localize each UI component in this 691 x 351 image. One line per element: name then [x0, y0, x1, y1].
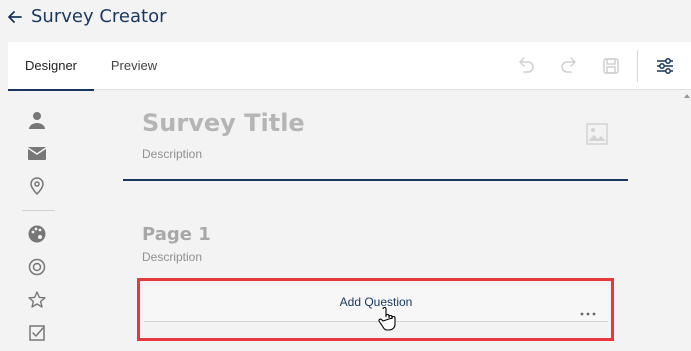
person-icon[interactable] — [27, 110, 47, 130]
toolbar-divider — [637, 50, 638, 82]
redo-icon[interactable] — [559, 56, 579, 76]
image-placeholder-icon[interactable] — [585, 122, 609, 146]
star-icon[interactable] — [27, 290, 47, 310]
page-title[interactable]: Page 1 — [142, 224, 211, 245]
survey-title[interactable]: Survey Title — [142, 109, 305, 137]
survey-creator-app: Survey Creator Designer Preview Survey T… — [0, 0, 691, 351]
save-icon[interactable] — [601, 56, 621, 76]
back-arrow-icon[interactable] — [6, 8, 24, 26]
location-icon[interactable] — [27, 176, 47, 196]
tab-bar: Designer Preview — [8, 42, 691, 91]
more-options-icon[interactable] — [578, 306, 598, 320]
palette-icon[interactable] — [27, 224, 47, 244]
settings-icon[interactable] — [655, 56, 675, 76]
hand-cursor-icon — [378, 307, 396, 331]
app-header: Survey Creator — [0, 0, 691, 38]
app-title: Survey Creator — [31, 6, 167, 27]
mail-icon[interactable] — [27, 143, 47, 163]
question-toolbox — [8, 91, 66, 351]
tab-preview[interactable]: Preview — [96, 42, 172, 90]
undo-icon[interactable] — [516, 56, 536, 76]
tab-designer[interactable]: Designer — [8, 42, 94, 91]
page-description[interactable]: Description — [142, 250, 202, 264]
survey-description[interactable]: Description — [142, 147, 202, 161]
radio-icon[interactable] — [27, 257, 47, 277]
scroll-up-arrow-icon[interactable] — [683, 92, 691, 100]
toolbox-separator — [22, 210, 55, 211]
checkbox-icon[interactable] — [27, 323, 47, 343]
title-underline — [123, 179, 628, 181]
